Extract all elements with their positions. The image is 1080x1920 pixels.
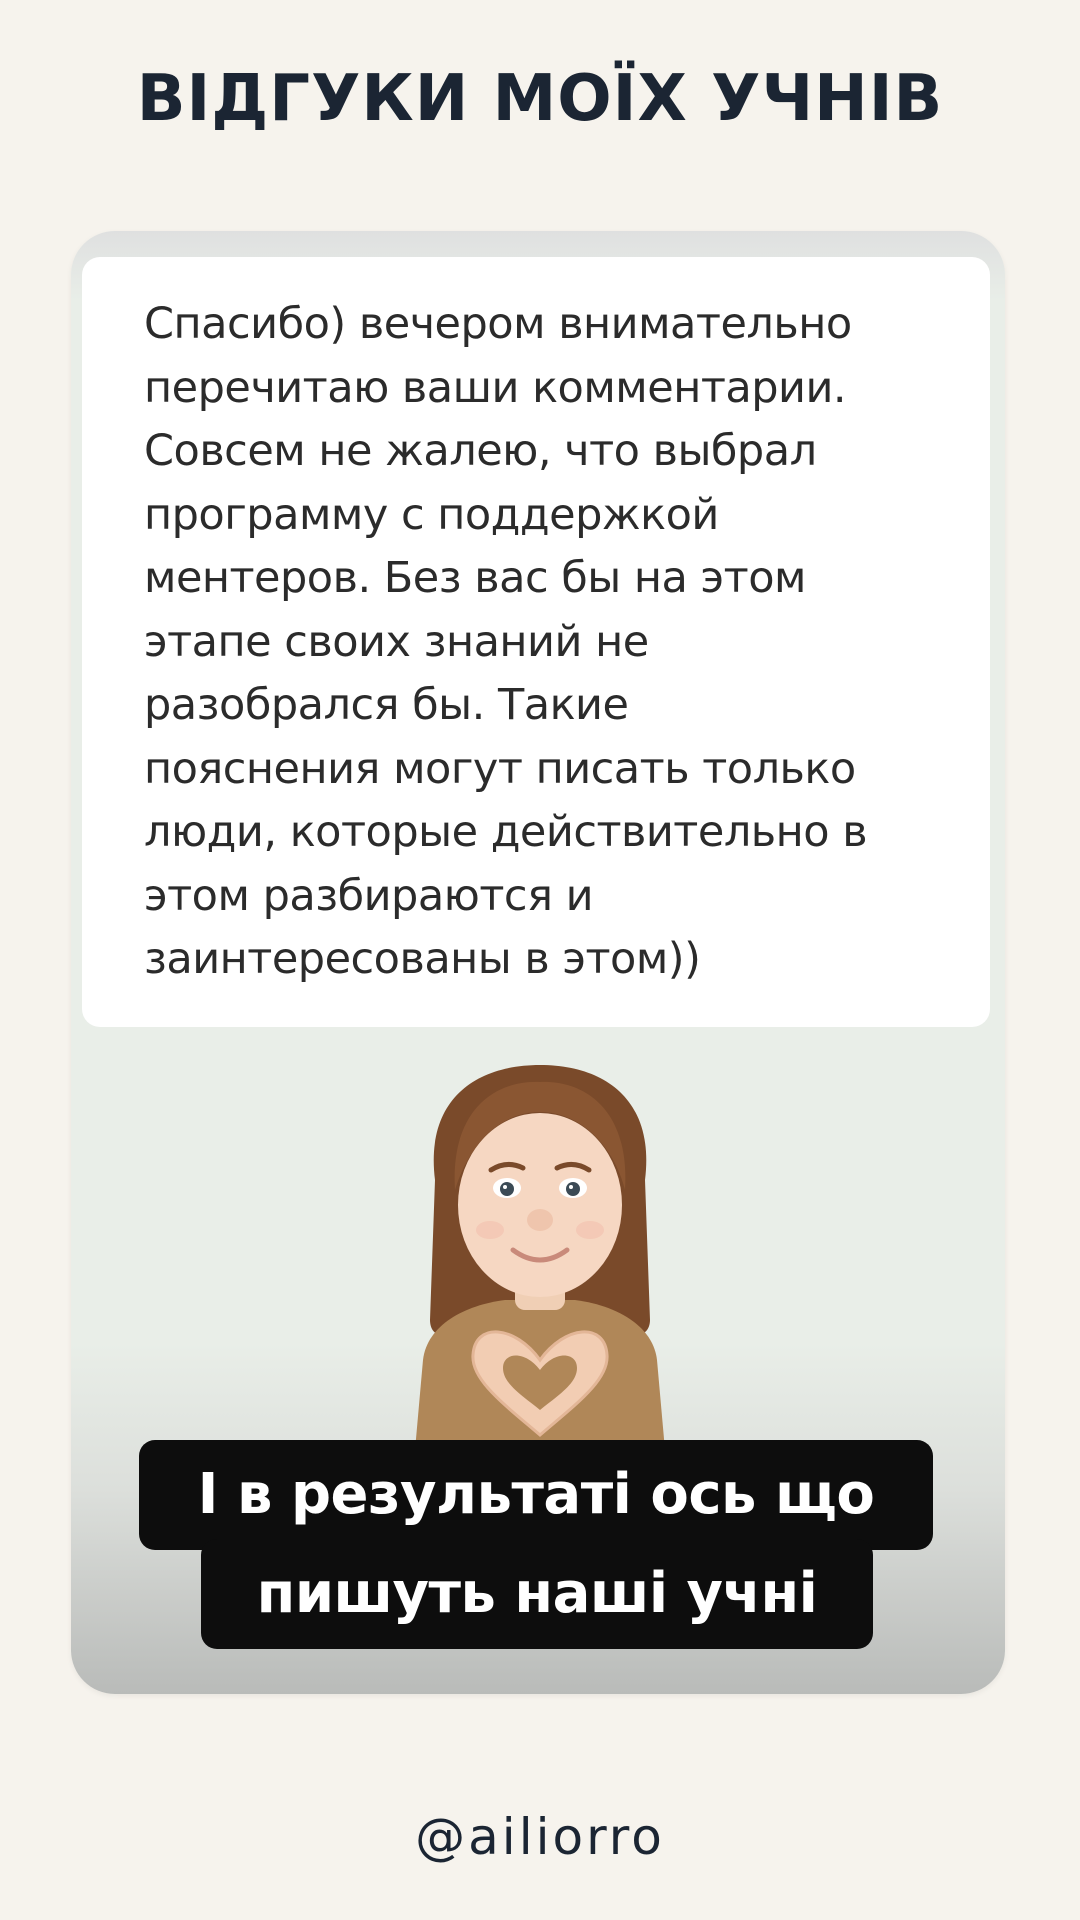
memoji-avatar-icon: [415, 1065, 665, 1450]
avatar-face: [458, 1113, 622, 1297]
page-title: ВІДГУКИ МОЇХ УЧНІВ: [136, 62, 944, 136]
caption-line-2: пишуть наші учні: [201, 1539, 873, 1649]
account-handle: @ailiorro: [415, 1808, 665, 1866]
caption-line-1: І в результаті ось що: [139, 1440, 933, 1550]
review-text: Спасибо) вечером внимательно перечитаю в…: [144, 299, 868, 984]
